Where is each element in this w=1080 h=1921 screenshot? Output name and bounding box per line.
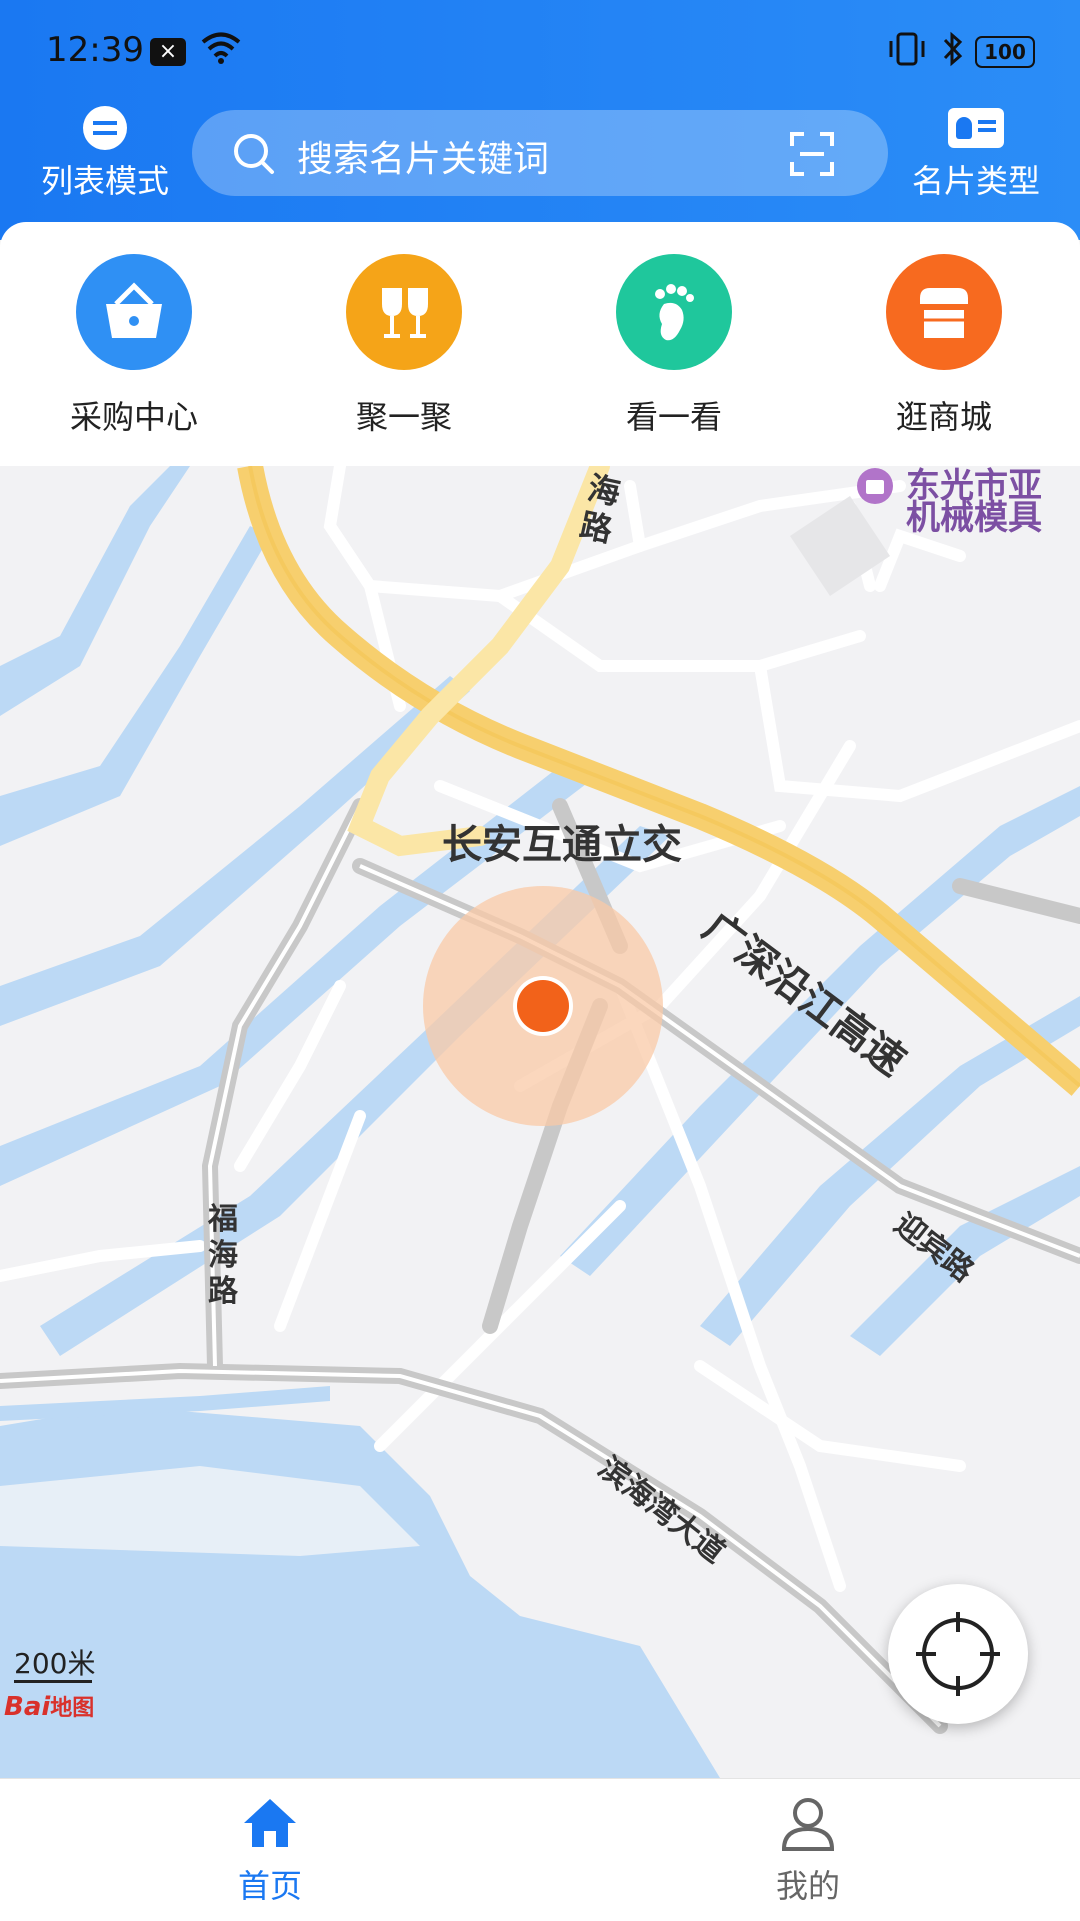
status-time: 12:39 (46, 30, 144, 70)
category-label: 逛商城 (895, 398, 992, 436)
home-icon (244, 1799, 296, 1847)
map-label-fuhai-road: 福海路 (208, 1202, 238, 1309)
footprint-icon (616, 254, 732, 370)
locate-me-button[interactable] (888, 1584, 1028, 1724)
search-placeholder: 搜索名片关键词 (297, 139, 550, 180)
list-mode-button[interactable]: 列表模式 (30, 106, 180, 200)
battery-indicator: 100 (975, 36, 1035, 68)
card-type-label: 名片类型 (911, 162, 1040, 200)
user-icon (781, 1798, 835, 1851)
vibrate-icon (889, 32, 925, 66)
map-poi-name-line2: 机械模具 (906, 498, 1042, 538)
id-card-icon (948, 108, 1004, 148)
notification-icon: × (150, 38, 186, 66)
tab-me-label: 我的 (775, 1867, 840, 1905)
store-icon (886, 254, 1002, 370)
category-get-together[interactable]: 聚一聚 (304, 254, 504, 438)
category-label: 聚一聚 (355, 398, 452, 436)
category-label: 采购中心 (69, 398, 198, 436)
status-bar: 12:39 × 100 (0, 0, 1080, 100)
wifi-icon (201, 32, 241, 64)
map-canvas (0, 466, 1080, 1778)
wine-glasses-icon (346, 254, 462, 370)
category-row: 采购中心 聚一聚 看一看 逛商城 (0, 222, 1080, 466)
bottom-tab-bar: 首页 我的 (0, 1778, 1080, 1921)
basket-icon (76, 254, 192, 370)
map-label-interchange: 长安互通立交 (442, 822, 682, 868)
app-header: 12:39 × 100 列表模式 搜索名片关键词 名片类型 (0, 0, 1080, 240)
bluetooth-icon (943, 31, 963, 67)
list-mode-label: 列表模式 (40, 162, 169, 200)
scan-icon[interactable] (788, 130, 836, 178)
category-label: 看一看 (625, 398, 722, 436)
map-scale-bar (14, 1680, 92, 1683)
tab-me[interactable]: 我的 (708, 1795, 908, 1907)
map-view[interactable]: 长安互通立交 广深沿江高速 福海路 海路 迎宾路 滨海湾大道 东光市亚 机械模具… (0, 466, 1080, 1778)
tab-home[interactable]: 首页 (170, 1795, 370, 1907)
category-look-around[interactable]: 看一看 (574, 254, 774, 438)
card-type-button[interactable]: 名片类型 (896, 106, 1056, 200)
category-mall[interactable]: 逛商城 (844, 254, 1044, 438)
tab-home-label: 首页 (237, 1867, 302, 1905)
crosshair-icon (916, 1612, 1000, 1696)
swap-icon (83, 106, 127, 150)
search-bar[interactable]: 搜索名片关键词 (192, 110, 888, 196)
search-icon (234, 134, 274, 174)
category-purchase-center[interactable]: 采购中心 (34, 254, 234, 438)
baidu-map-logo: Bai地图 (4, 1692, 95, 1722)
map-scale: 200米 (14, 1647, 96, 1680)
